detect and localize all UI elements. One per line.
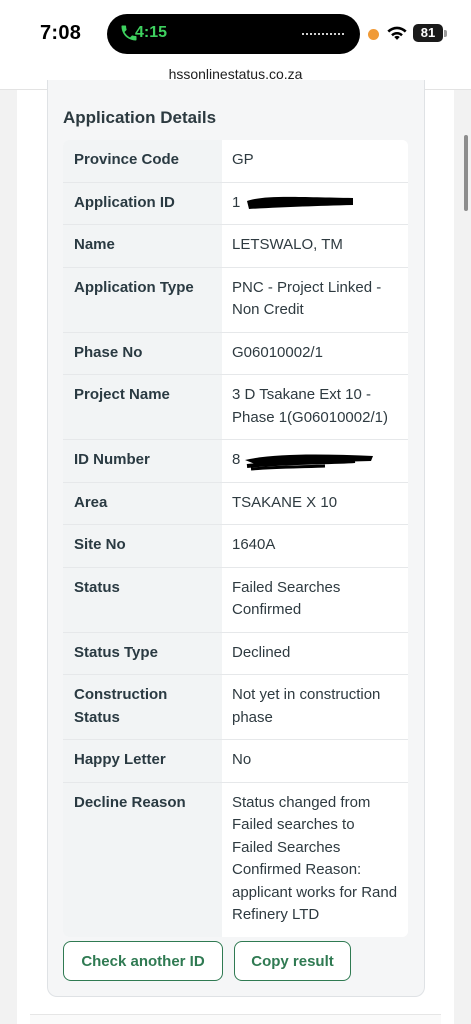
row-value: 1640A <box>222 525 408 567</box>
call-duration: 4:15 <box>135 24 168 41</box>
dynamic-island[interactable]: 4:15 <box>107 14 360 54</box>
table-row: Construction Status Not yet in construct… <box>63 674 408 739</box>
status-bar: 7:08 4:15 81 <box>0 0 471 60</box>
clock-time: 7:08 <box>40 22 82 44</box>
row-value: Failed Searches Confirmed <box>222 567 408 632</box>
row-label: Status Type <box>63 632 222 674</box>
section-title: Application Details <box>63 108 217 127</box>
copy-result-button[interactable]: Copy result <box>234 941 351 981</box>
table-row: Happy Letter No <box>63 739 408 782</box>
row-label: Construction Status <box>63 675 222 739</box>
row-value: No <box>222 740 408 782</box>
table-row: Area TSAKANE X 10 <box>63 481 408 524</box>
table-row: ID Number 8 <box>63 439 408 482</box>
application-id-visible: 1 <box>232 193 241 211</box>
wifi-icon <box>387 26 407 40</box>
row-label: Application Type <box>63 267 222 332</box>
table-row: Name LETSWALO, TM <box>63 224 408 267</box>
table-row: Status Failed Searches Confirmed <box>63 566 408 632</box>
row-value: 3 D Tsakane Ext 10 - Phase 1(G06010002/1… <box>222 375 408 439</box>
row-label: Area <box>63 482 222 524</box>
row-value-redacted: 8 <box>222 440 408 482</box>
row-value: PNC - Project Linked - Non Credit <box>222 267 408 332</box>
row-label: Project Name <box>63 375 222 439</box>
row-value: Declined <box>222 632 408 674</box>
battery-icon: 81 <box>413 24 443 42</box>
check-another-id-button[interactable]: Check another ID <box>63 941 223 981</box>
page-footer-edge <box>30 1014 441 1024</box>
row-value: Status changed from Failed searches to F… <box>222 782 408 937</box>
table-row: Application ID 1 <box>63 181 408 224</box>
table-row: Application Type PNC - Project Linked - … <box>63 266 408 332</box>
table-row: Decline Reason Status changed from Faile… <box>63 781 408 937</box>
redaction-mark <box>245 193 355 213</box>
table-row: Site No 1640A <box>63 524 408 567</box>
row-label: Status <box>63 567 222 632</box>
table-row: Phase No G06010002/1 <box>63 331 408 374</box>
row-label: Happy Letter <box>63 740 222 782</box>
row-label: Application ID <box>63 182 222 224</box>
scrollbar[interactable] <box>464 135 468 211</box>
battery-level: 81 <box>420 25 436 40</box>
row-label: Decline Reason <box>63 782 222 937</box>
id-number-visible: 8 <box>232 451 241 468</box>
row-label: Phase No <box>63 332 222 374</box>
row-label: Site No <box>63 525 222 567</box>
row-value: LETSWALO, TM <box>222 225 408 267</box>
table-row: Status Type Declined <box>63 631 408 674</box>
row-label: ID Number <box>63 440 222 482</box>
row-value: Not yet in construction phase <box>222 675 408 739</box>
row-value: G06010002/1 <box>222 332 408 374</box>
details-table: Province Code GP Application ID 1 Name L… <box>63 140 408 937</box>
table-row: Province Code GP <box>63 140 408 182</box>
row-label: Province Code <box>63 140 222 182</box>
row-value: TSAKANE X 10 <box>222 482 408 524</box>
table-row: Project Name 3 D Tsakane Ext 10 - Phase … <box>63 374 408 439</box>
battery-tip <box>444 30 447 37</box>
mic-indicator-icon <box>368 29 379 40</box>
audio-wave-icon <box>302 33 344 35</box>
row-label: Name <box>63 225 222 267</box>
redaction-mark <box>244 450 375 471</box>
row-value: GP <box>222 140 408 182</box>
row-value-redacted: 1 <box>222 182 408 224</box>
